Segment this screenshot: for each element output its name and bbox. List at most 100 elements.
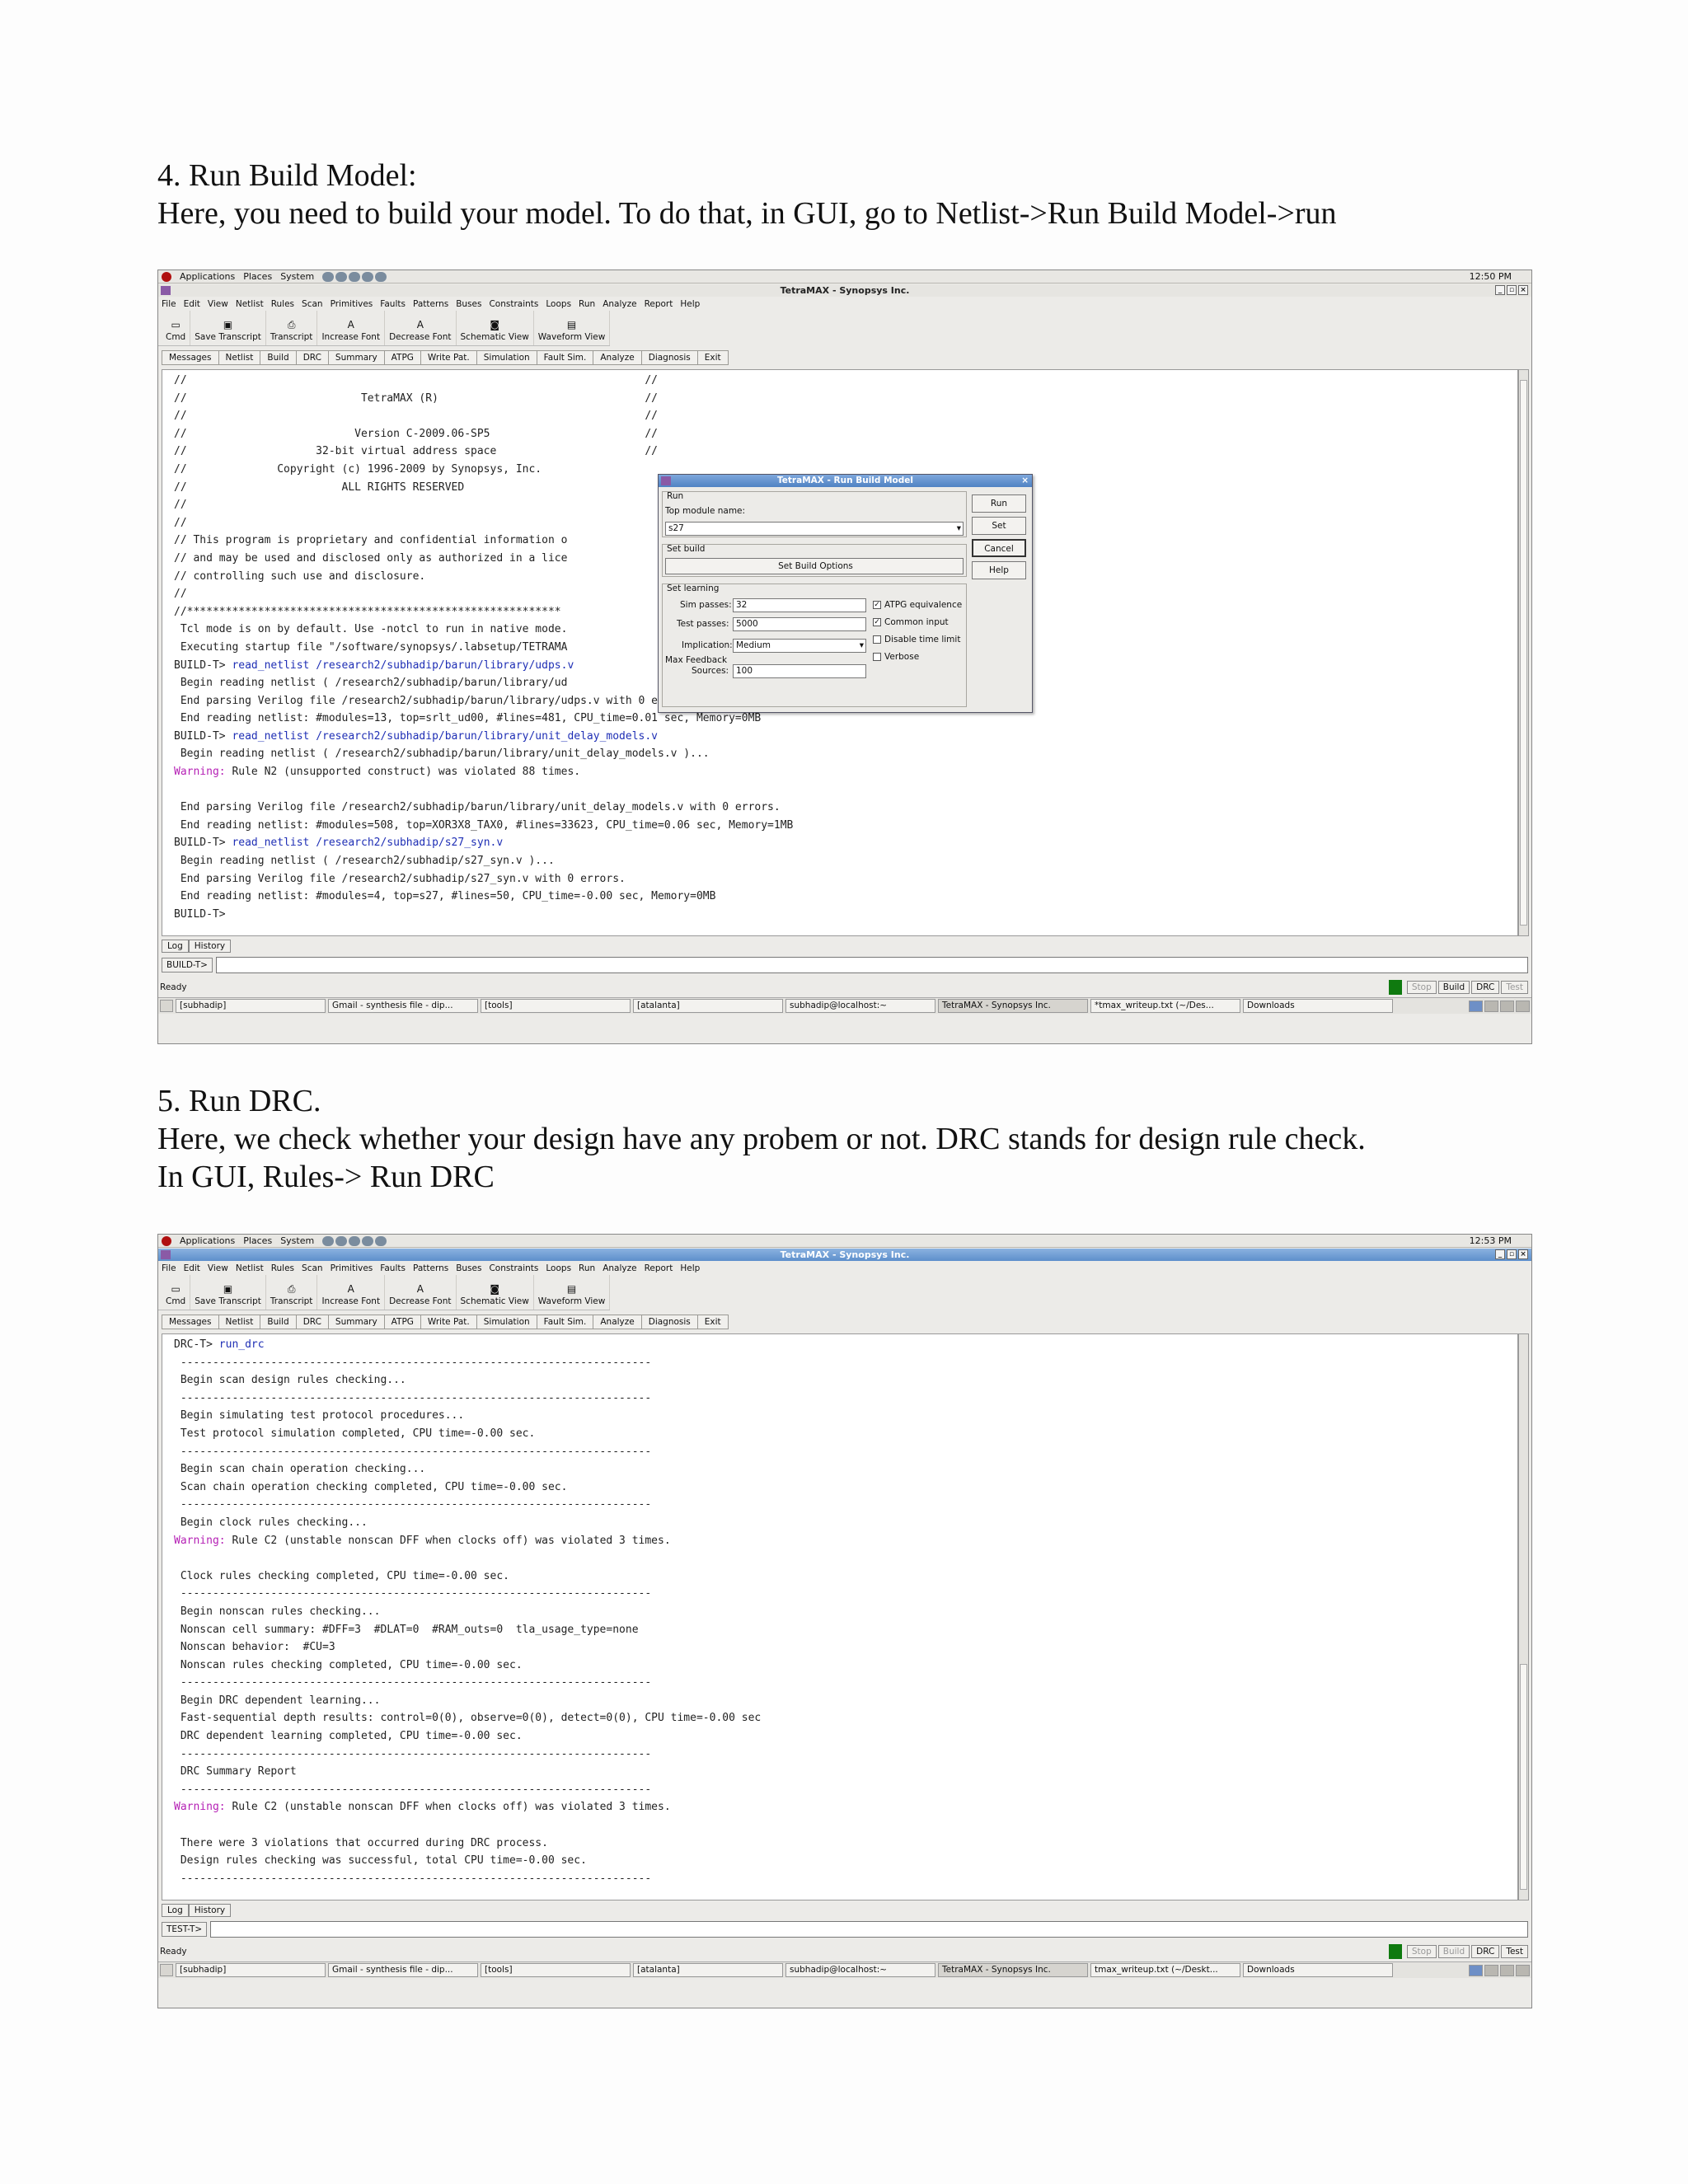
- mode-test-button[interactable]: Test: [1501, 981, 1528, 994]
- menu-analyze[interactable]: Analyze: [603, 299, 636, 309]
- menu-constraints[interactable]: Constraints: [489, 1263, 538, 1273]
- launcher-icons[interactable]: [322, 1235, 387, 1246]
- tab-write-pat[interactable]: Write Pat.: [420, 350, 476, 365]
- test-passes-input[interactable]: 5000: [733, 617, 866, 631]
- menu-primitives[interactable]: Primitives: [331, 1263, 373, 1273]
- scrollbar[interactable]: [1518, 1333, 1529, 1900]
- taskbar-item[interactable]: Downloads: [1243, 1963, 1393, 1977]
- system-menu[interactable]: System: [280, 271, 314, 282]
- taskbar-item[interactable]: *tmax_writeup.txt (~/Des...: [1090, 999, 1240, 1013]
- workspace-switcher[interactable]: [1484, 1000, 1498, 1012]
- minimize-icon[interactable]: _: [1495, 1249, 1505, 1259]
- tab-analyze[interactable]: Analyze: [593, 1315, 641, 1329]
- toolbar-decrease-font-button[interactable]: A Decrease Font: [385, 1275, 457, 1310]
- toolbar-save-transcript-button[interactable]: ▣ Save Transcript: [190, 1275, 266, 1310]
- menu-analyze[interactable]: Analyze: [603, 1263, 636, 1273]
- toolbar-schematic-view-button[interactable]: ◙ Schematic View: [457, 1275, 534, 1310]
- fedora-icon[interactable]: [162, 271, 171, 282]
- window-titlebar[interactable]: TetraMAX - Synopsys Inc. _ ▫ ×: [158, 1249, 1531, 1261]
- tab-log[interactable]: Log: [162, 1904, 189, 1917]
- mode-drc-button[interactable]: DRC: [1471, 981, 1500, 994]
- mode-drc-button[interactable]: DRC: [1471, 1945, 1500, 1958]
- tab-build[interactable]: Build: [260, 1315, 296, 1329]
- workspace-switcher[interactable]: [1500, 1000, 1514, 1012]
- menu-file[interactable]: File: [162, 299, 176, 309]
- tab-history[interactable]: History: [188, 1904, 232, 1917]
- taskbar-item[interactable]: TetraMAX - Synopsys Inc.: [938, 999, 1088, 1013]
- taskbar-item[interactable]: Downloads: [1243, 999, 1393, 1013]
- maximize-icon[interactable]: ▫: [1507, 1249, 1517, 1259]
- taskbar-item[interactable]: tmax_writeup.txt (~/Deskt...: [1090, 1963, 1240, 1977]
- stop-button[interactable]: Stop: [1406, 981, 1437, 994]
- tab-atpg[interactable]: ATPG: [383, 350, 420, 365]
- transcript-console[interactable]: DRC-T> run_drc -------------------------…: [162, 1333, 1518, 1900]
- workspace-switcher[interactable]: [1516, 1964, 1530, 1976]
- maximize-icon[interactable]: ▫: [1507, 285, 1517, 295]
- menu-report[interactable]: Report: [645, 299, 673, 309]
- places-menu[interactable]: Places: [243, 1235, 272, 1246]
- menu-report[interactable]: Report: [645, 1263, 673, 1273]
- applications-menu[interactable]: Applications: [180, 1235, 235, 1246]
- toolbar-save-transcript-button[interactable]: ▣ Save Transcript: [190, 311, 266, 345]
- close-icon[interactable]: ×: [1021, 475, 1029, 487]
- disable-time-limit-checkbox[interactable]: Disable time limit: [873, 635, 960, 644]
- mode-test-button[interactable]: Test: [1501, 1945, 1528, 1958]
- menu-file[interactable]: File: [162, 1263, 176, 1273]
- launcher-icons[interactable]: [322, 271, 387, 282]
- cancel-button[interactable]: Cancel: [972, 539, 1026, 557]
- menu-scan[interactable]: Scan: [302, 1263, 323, 1273]
- tab-exit[interactable]: Exit: [696, 1315, 729, 1329]
- sim-passes-input[interactable]: 32: [733, 598, 866, 612]
- close-icon[interactable]: ×: [1518, 1249, 1528, 1259]
- system-menu[interactable]: System: [280, 1235, 314, 1246]
- menu-edit[interactable]: Edit: [184, 1263, 200, 1273]
- toolbar-cmd-button[interactable]: ▭ Cmd: [162, 1275, 191, 1310]
- sources-input[interactable]: 100: [733, 664, 866, 678]
- menu-view[interactable]: View: [208, 299, 228, 309]
- menu-primitives[interactable]: Primitives: [331, 299, 373, 309]
- tab-drc[interactable]: DRC: [295, 350, 328, 365]
- minimize-icon[interactable]: _: [1495, 285, 1505, 295]
- menu-constraints[interactable]: Constraints: [489, 299, 538, 309]
- menu-scan[interactable]: Scan: [302, 299, 323, 309]
- tab-netlist[interactable]: Netlist: [218, 1315, 260, 1329]
- menu-rules[interactable]: Rules: [271, 299, 294, 309]
- taskbar-item[interactable]: [atalanta]: [633, 1963, 783, 1977]
- menu-faults[interactable]: Faults: [380, 299, 406, 309]
- help-button[interactable]: Help: [972, 561, 1026, 579]
- menu-buses[interactable]: Buses: [456, 1263, 481, 1273]
- toolbar-waveform-view-button[interactable]: ▤ Waveform View: [534, 1275, 611, 1310]
- tab-write-pat[interactable]: Write Pat.: [420, 1315, 476, 1329]
- toolbar-transcript-button[interactable]: ⎙ Transcript: [266, 1275, 318, 1310]
- menu-buses[interactable]: Buses: [456, 299, 481, 309]
- tab-atpg[interactable]: ATPG: [383, 1315, 420, 1329]
- menu-patterns[interactable]: Patterns: [413, 1263, 448, 1273]
- workspace-switcher[interactable]: [1484, 1964, 1498, 1976]
- menu-help[interactable]: Help: [680, 1263, 700, 1273]
- taskbar-item[interactable]: [subhadip]: [176, 999, 326, 1013]
- tab-build[interactable]: Build: [260, 350, 296, 365]
- tab-messages[interactable]: Messages: [162, 350, 218, 365]
- tab-summary[interactable]: Summary: [327, 1315, 384, 1329]
- menu-netlist[interactable]: Netlist: [236, 1263, 264, 1273]
- menu-edit[interactable]: Edit: [184, 299, 200, 309]
- tab-simulation[interactable]: Simulation: [476, 350, 537, 365]
- clock[interactable]: 12:50 PM: [1470, 271, 1512, 282]
- menu-view[interactable]: View: [208, 1263, 228, 1273]
- taskbar-item[interactable]: Gmail - synthesis file - dip...: [328, 1963, 478, 1977]
- workspace-switcher[interactable]: [1469, 1964, 1483, 1976]
- menu-rules[interactable]: Rules: [271, 1263, 294, 1273]
- menu-loops[interactable]: Loops: [546, 1263, 571, 1273]
- taskbar-item[interactable]: [tools]: [481, 999, 631, 1013]
- tab-fault-sim[interactable]: Fault Sim.: [536, 350, 593, 365]
- show-desktop-icon[interactable]: [160, 1964, 173, 1976]
- tetramax-icon[interactable]: [161, 286, 171, 295]
- taskbar-item[interactable]: [atalanta]: [633, 999, 783, 1013]
- taskbar-item[interactable]: Gmail - synthesis file - dip...: [328, 999, 478, 1013]
- menu-help[interactable]: Help: [680, 299, 700, 309]
- mode-build-button[interactable]: Build: [1437, 981, 1470, 994]
- menu-run[interactable]: Run: [579, 1263, 595, 1273]
- tab-drc[interactable]: DRC: [295, 1315, 328, 1329]
- menu-faults[interactable]: Faults: [380, 1263, 406, 1273]
- toolbar-increase-font-button[interactable]: A Increase Font: [317, 311, 386, 345]
